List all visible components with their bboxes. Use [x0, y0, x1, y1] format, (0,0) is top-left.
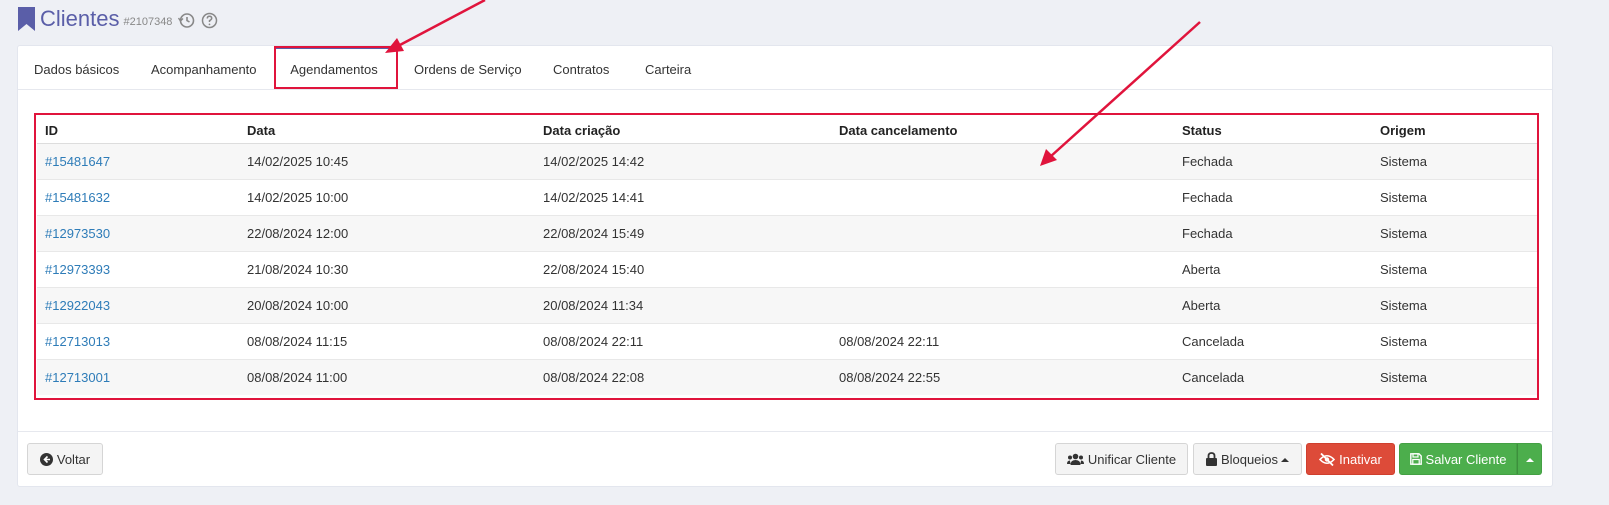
cell-data: 20/08/2024 10:00	[239, 287, 535, 324]
tab-dados-basicos[interactable]: Dados básicos	[34, 46, 119, 89]
cell-data: 22/08/2024 12:00	[239, 215, 535, 252]
table-row: #12973393 21/08/2024 10:30 22/08/2024 15…	[37, 251, 1538, 288]
floppy-disk-icon	[1409, 453, 1422, 465]
appointment-id-link[interactable]: #12713013	[45, 334, 110, 349]
table-row: #15481632 14/02/2025 10:00 14/02/2025 14…	[37, 179, 1538, 216]
cell-data-criacao: 14/02/2025 14:41	[535, 179, 831, 216]
appointment-id-link[interactable]: #12713001	[45, 370, 110, 385]
blocks-label: Bloqueios	[1220, 451, 1279, 467]
cell-status: Fechada	[1174, 143, 1372, 180]
cell-data-cancelamento	[831, 179, 1174, 216]
cell-data-cancelamento	[831, 287, 1174, 324]
column-header-data[interactable]: Data	[239, 117, 535, 144]
appointment-id-link[interactable]: #12973393	[45, 262, 110, 277]
cell-data-criacao: 20/08/2024 11:34	[535, 287, 831, 324]
cell-status: Cancelada	[1174, 323, 1372, 360]
cell-origem: Sistema	[1372, 143, 1538, 180]
appointments-table-container: ID Data Data criação Data cancelamento S…	[37, 117, 1538, 395]
page-title: Clientes	[40, 6, 120, 31]
footer-divider	[18, 431, 1552, 432]
tab-ordens-de-servico[interactable]: Ordens de Serviço	[414, 46, 522, 89]
cell-status: Fechada	[1174, 179, 1372, 216]
users-icon	[1066, 453, 1084, 465]
column-header-data-cancelamento[interactable]: Data cancelamento	[831, 117, 1174, 144]
back-button[interactable]: Voltar	[27, 443, 103, 475]
history-icon[interactable]	[178, 12, 195, 29]
table-row: #12713013 08/08/2024 11:15 08/08/2024 22…	[37, 323, 1538, 360]
cell-data-criacao: 14/02/2025 14:42	[535, 143, 831, 180]
eye-slash-icon	[1319, 452, 1336, 466]
save-options-toggle[interactable]	[1517, 443, 1542, 475]
cell-origem: Sistema	[1372, 287, 1538, 324]
cell-origem: Sistema	[1372, 215, 1538, 252]
table-row: #12922043 20/08/2024 10:00 20/08/2024 11…	[37, 287, 1538, 324]
blocks-dropdown-button[interactable]: Bloqueios	[1193, 443, 1302, 475]
bookmark-icon	[18, 7, 35, 31]
tab-acompanhamento[interactable]: Acompanhamento	[151, 46, 257, 89]
column-header-id[interactable]: ID	[37, 117, 239, 144]
cell-data: 21/08/2024 10:30	[239, 251, 535, 288]
appointment-id-link[interactable]: #15481647	[45, 154, 110, 169]
cell-data-criacao: 22/08/2024 15:49	[535, 215, 831, 252]
table-row: #15481647 14/02/2025 10:45 14/02/2025 14…	[37, 143, 1538, 180]
cell-status: Aberta	[1174, 251, 1372, 288]
appointment-id-link[interactable]: #15481632	[45, 190, 110, 205]
cell-data: 14/02/2025 10:00	[239, 179, 535, 216]
cell-data: 14/02/2025 10:45	[239, 143, 535, 180]
cell-status: Aberta	[1174, 287, 1372, 324]
page-header: Clientes #2107348	[18, 4, 218, 34]
table-row: #12973530 22/08/2024 12:00 22/08/2024 15…	[37, 215, 1538, 252]
cell-data: 08/08/2024 11:15	[239, 323, 535, 360]
cell-data: 08/08/2024 11:00	[239, 359, 535, 395]
tab-contratos[interactable]: Contratos	[553, 46, 609, 89]
cell-data-cancelamento	[831, 143, 1174, 180]
save-client-button[interactable]: Salvar Cliente	[1399, 443, 1517, 475]
cell-origem: Sistema	[1372, 359, 1538, 395]
cell-data-cancelamento: 08/08/2024 22:55	[831, 359, 1174, 395]
cell-status: Fechada	[1174, 215, 1372, 252]
merge-client-label: Unificar Cliente	[1087, 451, 1177, 467]
cell-data-cancelamento	[831, 251, 1174, 288]
tab-carteira[interactable]: Carteira	[645, 46, 691, 89]
cell-origem: Sistema	[1372, 179, 1538, 216]
save-client-label: Salvar Cliente	[1425, 451, 1507, 467]
appointment-id-link[interactable]: #12922043	[45, 298, 110, 313]
back-button-label: Voltar	[56, 451, 91, 467]
appointments-table: ID Data Data criação Data cancelamento S…	[37, 117, 1538, 395]
deactivate-label: Inativar	[1339, 451, 1382, 467]
cell-data-criacao: 08/08/2024 22:08	[535, 359, 831, 395]
appointment-id-link[interactable]: #12973530	[45, 226, 110, 241]
column-header-origem[interactable]: Origem	[1372, 117, 1538, 144]
table-row: #12713001 08/08/2024 11:00 08/08/2024 22…	[37, 359, 1538, 395]
arrow-left-circle-icon	[39, 452, 53, 466]
table-header-row: ID Data Data criação Data cancelamento S…	[37, 117, 1538, 144]
column-header-status[interactable]: Status	[1174, 117, 1372, 144]
column-header-data-criacao[interactable]: Data criação	[535, 117, 831, 144]
cell-data-criacao: 08/08/2024 22:11	[535, 323, 831, 360]
cell-data-criacao: 22/08/2024 15:40	[535, 251, 831, 288]
tab-bar: Dados básicos Acompanhamento Agendamento…	[18, 46, 1552, 90]
merge-client-button[interactable]: Unificar Cliente	[1055, 443, 1188, 475]
caret-up-icon	[1281, 457, 1290, 462]
tab-agendamentos[interactable]: Agendamentos	[276, 46, 392, 92]
deactivate-button[interactable]: Inativar	[1306, 443, 1395, 475]
cell-origem: Sistema	[1372, 323, 1538, 360]
lock-icon	[1205, 452, 1217, 466]
caret-up-icon	[1525, 457, 1534, 462]
record-id: #2107348	[123, 16, 173, 28]
cell-data-cancelamento: 08/08/2024 22:11	[831, 323, 1174, 360]
help-icon[interactable]	[201, 12, 218, 29]
cell-data-cancelamento	[831, 215, 1174, 252]
client-card: Dados básicos Acompanhamento Agendamento…	[17, 45, 1553, 487]
cell-status: Cancelada	[1174, 359, 1372, 395]
cell-origem: Sistema	[1372, 251, 1538, 288]
